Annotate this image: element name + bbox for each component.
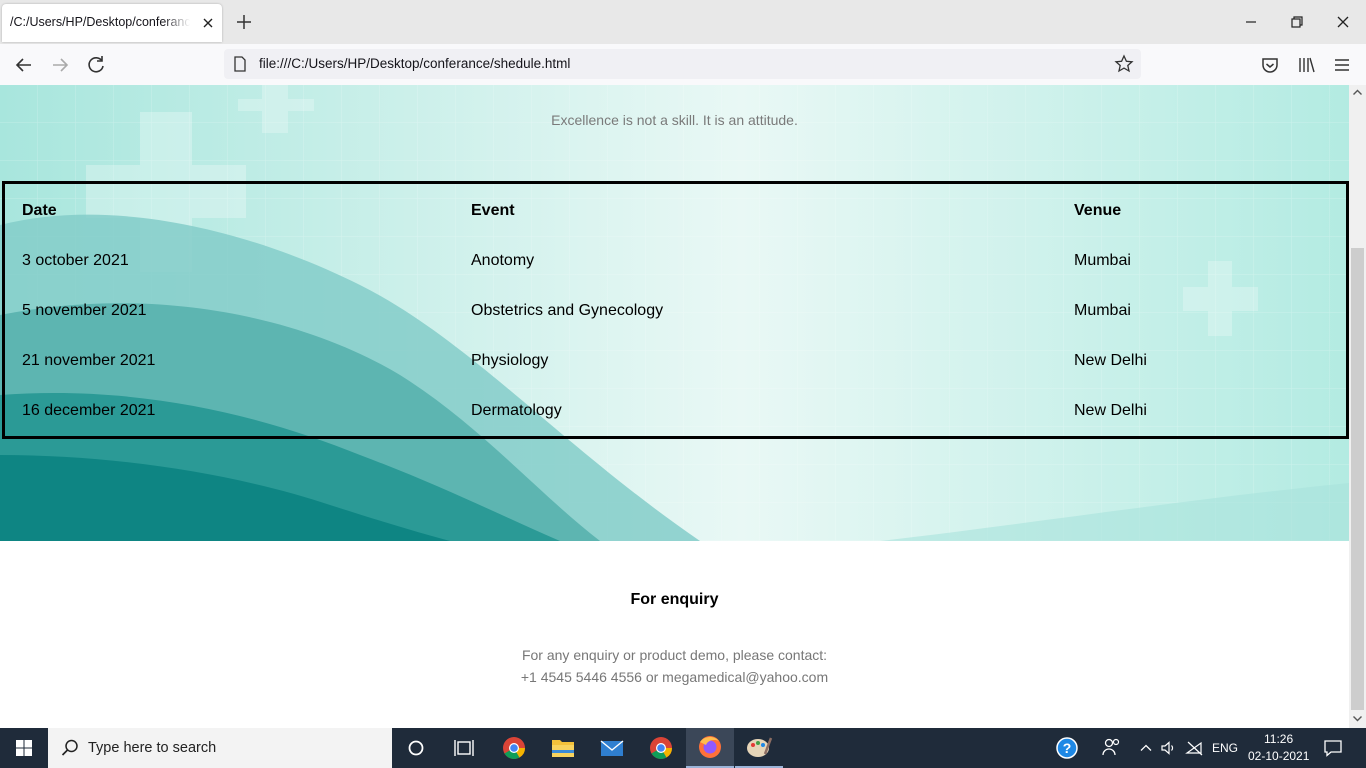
tab-strip: /C:/Users/HP/Desktop/conferance/shedule.… — [0, 0, 1366, 44]
row-venue: New Delhi — [1074, 402, 1147, 419]
row-date: 21 november 2021 — [22, 352, 156, 369]
clock-date[interactable]: 02-10-2021 — [1248, 749, 1309, 763]
row-venue: Mumbai — [1074, 252, 1131, 269]
address-bar[interactable]: file:///C:/Users/HP/Desktop/conferance/s… — [224, 49, 1141, 79]
forward-arrow-icon[interactable] — [47, 52, 73, 78]
back-arrow-icon[interactable] — [11, 52, 37, 78]
pocket-icon[interactable] — [1257, 52, 1283, 78]
plus-icon[interactable] — [232, 10, 256, 34]
reload-icon[interactable] — [83, 52, 109, 78]
scrollbar-thumb[interactable] — [1351, 248, 1364, 710]
header-event: Event — [471, 202, 515, 219]
chevron-down-icon[interactable] — [1352, 713, 1363, 724]
hamburger-menu-icon[interactable] — [1329, 52, 1355, 78]
chrome-icon[interactable] — [490, 728, 538, 768]
speaker-icon[interactable] — [1160, 739, 1178, 757]
search-icon — [60, 738, 80, 758]
task-view-icon[interactable] — [440, 728, 488, 768]
mail-icon[interactable] — [588, 728, 636, 768]
network-icon[interactable] — [1185, 739, 1205, 757]
chevron-up-icon[interactable] — [1139, 741, 1153, 755]
enquiry-title: For enquiry — [630, 591, 719, 608]
navigation-toolbar: file:///C:/Users/HP/Desktop/conferance/s… — [0, 44, 1366, 86]
browser-tab[interactable]: /C:/Users/HP/Desktop/conferance/shedule.… — [2, 4, 222, 42]
notification-icon[interactable] — [1323, 738, 1343, 758]
tab-title: /C:/Users/HP/Desktop/conferance/shedule.… — [10, 15, 190, 29]
page-icon — [233, 56, 247, 72]
hero-section: Excellence is not a skill. It is an atti… — [0, 85, 1349, 541]
schedule-table: Date Event Venue 3 october 2021 Anotomy … — [2, 181, 1349, 439]
header-venue: Venue — [1074, 202, 1122, 219]
language-indicator[interactable]: ENG — [1212, 741, 1238, 755]
cortana-icon[interactable] — [392, 728, 440, 768]
row-event: Anotomy — [471, 252, 535, 269]
people-icon[interactable] — [1088, 728, 1136, 768]
quote-text: Excellence is not a skill. It is an atti… — [551, 112, 798, 128]
row-date: 16 december 2021 — [22, 402, 156, 419]
taskbar-search-box[interactable]: Type here to search — [48, 728, 392, 768]
row-event: Physiology — [471, 352, 549, 369]
file-explorer-icon[interactable] — [539, 728, 587, 768]
firefox-icon[interactable] — [686, 728, 734, 768]
chevron-up-icon[interactable] — [1352, 87, 1363, 98]
svg-text:?: ? — [1063, 740, 1072, 756]
row-date: 5 november 2021 — [22, 302, 147, 319]
enquiry-text: For any enquiry or product demo, please … — [521, 647, 828, 663]
search-placeholder: Type here to search — [88, 740, 217, 756]
row-event: Obstetrics and Gynecology — [471, 302, 664, 319]
minimize-icon[interactable] — [1237, 8, 1265, 36]
enquiry-contact: +1 4545 5446 4556 or megamedical@yahoo.c… — [520, 669, 829, 685]
row-date: 3 october 2021 — [22, 252, 129, 269]
row-event: Dermatology — [471, 402, 562, 419]
restore-icon[interactable] — [1283, 8, 1311, 36]
library-icon[interactable] — [1293, 52, 1319, 78]
page-viewport: Excellence is not a skill. It is an atti… — [0, 85, 1349, 728]
windows-start-icon[interactable] — [0, 728, 48, 768]
chrome-icon[interactable] — [637, 728, 685, 768]
row-venue: Mumbai — [1074, 302, 1131, 319]
star-icon[interactable] — [1114, 54, 1134, 74]
close-icon[interactable] — [1329, 8, 1357, 36]
header-date: Date — [22, 202, 57, 219]
row-venue: New Delhi — [1074, 352, 1147, 369]
paint-icon[interactable] — [735, 728, 783, 768]
close-icon[interactable] — [198, 13, 218, 33]
clock-time[interactable]: 11:26 — [1264, 732, 1293, 746]
help-icon[interactable]: ? — [1043, 728, 1091, 768]
url-text: file:///C:/Users/HP/Desktop/conferance/s… — [259, 56, 571, 71]
windows-taskbar: Type here to search ? ENG 11:26 02-10-20… — [0, 728, 1366, 768]
